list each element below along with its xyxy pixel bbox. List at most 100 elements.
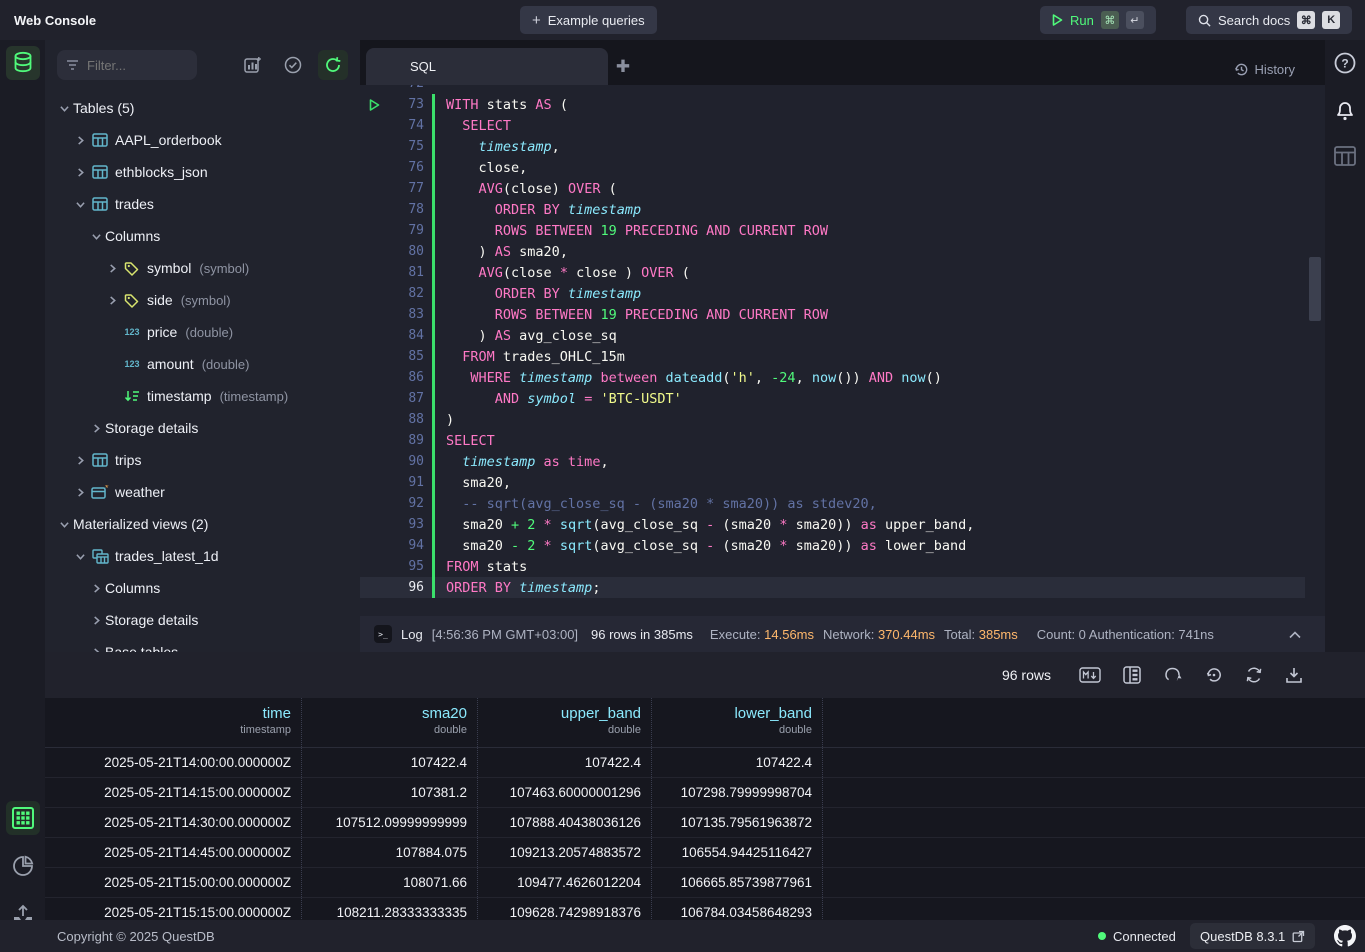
tree-item-trades-latest-1d[interactable]: trades_latest_1d (45, 540, 360, 572)
results-grid[interactable]: timetimestampsma20doubleupper_banddouble… (45, 698, 1365, 928)
code-line-75[interactable]: 75 timestamp, (360, 136, 1305, 157)
notifications-bell-icon[interactable] (1334, 98, 1356, 122)
tree-item-ethblocks-json[interactable]: ethblocks_json (45, 156, 360, 188)
tree-item-base-tables[interactable]: Base tables (45, 636, 360, 652)
code-line-96[interactable]: 96ORDER BY timestamp; (360, 577, 1305, 598)
code-line-72[interactable]: 72 (360, 85, 1305, 94)
column-header-time[interactable]: timetimestamp (45, 698, 302, 747)
code-text: ROWS BETWEEN 19 PRECEDING AND CURRENT RO… (446, 307, 828, 323)
refresh-results-button[interactable] (1245, 666, 1263, 684)
example-queries-button[interactable]: + Example queries (520, 6, 657, 34)
tree-item-label: AAPL_orderbook (115, 132, 222, 148)
code-line-73[interactable]: 73WITH stats AS ( (360, 94, 1305, 115)
code-line-85[interactable]: 85 FROM trades_OHLC_15m (360, 346, 1305, 367)
tree-item-price[interactable]: 123price(double) (45, 316, 360, 348)
editor-scrollbar-thumb[interactable] (1309, 257, 1321, 321)
log-rows-info: 96 rows in 385ms (591, 627, 693, 642)
code-line-86[interactable]: 86 WHERE timestamp between dateadd('h', … (360, 367, 1305, 388)
tree-item-storage-details[interactable]: Storage details (45, 412, 360, 444)
add-metrics-button[interactable] (238, 50, 268, 80)
code-line-88[interactable]: 88) (360, 409, 1305, 430)
code-line-74[interactable]: 74 SELECT (360, 115, 1305, 136)
table-row[interactable]: 2025-05-21T14:00:00.000000Z107422.410742… (45, 748, 1365, 778)
run-button[interactable]: Run ⌘ ↵ (1040, 6, 1156, 34)
history-label: History (1255, 62, 1295, 77)
table-row[interactable]: 2025-05-21T14:15:00.000000Z107381.210746… (45, 778, 1365, 808)
query-block-indicator (432, 304, 446, 325)
tab-sql[interactable]: SQL (366, 48, 608, 85)
code-line-83[interactable]: 83 ROWS BETWEEN 19 PRECEDING AND CURRENT… (360, 304, 1305, 325)
table-row[interactable]: 2025-05-21T14:30:00.000000Z107512.099999… (45, 808, 1365, 838)
help-icon[interactable]: ? (1334, 52, 1356, 74)
code-area[interactable]: 7273WITH stats AS (74 SELECT75 timestamp… (360, 85, 1325, 616)
tree-item-materialized-views-2[interactable]: Materialized views (2) (45, 508, 360, 540)
tree-item-type: (symbol) (181, 293, 231, 308)
search-docs-button[interactable]: Search docs ⌘ K (1186, 6, 1352, 34)
run-query-icon[interactable] (360, 99, 388, 111)
collapse-log-button[interactable] (1289, 627, 1301, 642)
code-line-79[interactable]: 79 ROWS BETWEEN 19 PRECEDING AND CURRENT… (360, 220, 1305, 241)
code-line-91[interactable]: 91 sma20, (360, 472, 1305, 493)
tree-item-weather[interactable]: *weather (45, 476, 360, 508)
copy-markdown-button[interactable] (1079, 667, 1101, 683)
tree-item-trips[interactable]: trips (45, 444, 360, 476)
code-line-82[interactable]: 82 ORDER BY timestamp (360, 283, 1305, 304)
code-line-84[interactable]: 84 ) AS avg_close_sq (360, 325, 1305, 346)
code-line-95[interactable]: 95FROM stats (360, 556, 1305, 577)
table-row[interactable]: 2025-05-21T15:00:00.000000Z108071.661094… (45, 868, 1365, 898)
github-link[interactable] (1334, 925, 1356, 947)
code-line-94[interactable]: 94 sma20 - 2 * sqrt(avg_close_sq - (sma2… (360, 535, 1305, 556)
table-panel-icon[interactable] (1334, 146, 1356, 166)
freeze-columns-button[interactable] (1163, 666, 1183, 684)
column-header-lower_band[interactable]: lower_banddouble (652, 698, 823, 747)
code-line-87[interactable]: 87 AND symbol = 'BTC-USDT' (360, 388, 1305, 409)
network-value: 370.44ms (878, 627, 935, 642)
version-button[interactable]: QuestDB 8.3.1 (1190, 923, 1315, 949)
code-line-81[interactable]: 81 AVG(close * close ) OVER ( (360, 262, 1305, 283)
table-icon (89, 165, 111, 179)
tree-item-side[interactable]: side(symbol) (45, 284, 360, 316)
data-pointer-icon (1163, 666, 1183, 684)
code-line-77[interactable]: 77 AVG(close) OVER ( (360, 178, 1305, 199)
cell-lower_band: 106554.94425116427 (652, 838, 823, 867)
code-line-89[interactable]: 89SELECT (360, 430, 1305, 451)
tree-item-storage-details[interactable]: Storage details (45, 604, 360, 636)
code-text: ORDER BY timestamp (446, 202, 641, 218)
code-line-78[interactable]: 78 ORDER BY timestamp (360, 199, 1305, 220)
example-queries-label: Example queries (548, 13, 645, 28)
database-explorer-button[interactable] (6, 46, 40, 80)
code-line-80[interactable]: 80 ) AS sma20, (360, 241, 1305, 262)
tree-item-trades[interactable]: trades (45, 188, 360, 220)
toggle-grid-layout-button[interactable] (1123, 666, 1141, 684)
query-block-indicator (432, 136, 446, 157)
column-header-sma20[interactable]: sma20double (302, 698, 478, 747)
left-navigation-rail (0, 40, 45, 920)
restore-query-button[interactable] (1205, 666, 1223, 684)
cell-upper_band: 109213.20574883572 (478, 838, 652, 867)
tree-item-aapl-orderbook[interactable]: AAPL_orderbook (45, 124, 360, 156)
download-csv-button[interactable] (1285, 666, 1303, 684)
validate-button[interactable] (278, 50, 308, 80)
grid-view-button[interactable] (6, 801, 40, 835)
tree-item-tables-5[interactable]: Tables (5) (45, 92, 360, 124)
tree-item-symbol[interactable]: symbol(symbol) (45, 252, 360, 284)
cell-upper_band: 109477.4626012204 (478, 868, 652, 897)
reload-schema-button[interactable] (318, 50, 348, 80)
new-tab-button[interactable]: ✚ (608, 48, 638, 85)
tree-item-amount[interactable]: 123amount(double) (45, 348, 360, 380)
column-header-upper_band[interactable]: upper_banddouble (478, 698, 652, 747)
tree-item-columns[interactable]: Columns (45, 572, 360, 604)
tree-item-columns[interactable]: Columns (45, 220, 360, 252)
history-button[interactable]: History (1234, 62, 1295, 77)
tree-item-timestamp[interactable]: timestamp(timestamp) (45, 380, 360, 412)
code-text: ORDER BY timestamp; (446, 580, 600, 596)
add-chart-icon (244, 56, 262, 74)
code-line-90[interactable]: 90 timestamp as time, (360, 451, 1305, 472)
table-dirty-icon: * (89, 485, 111, 500)
code-line-76[interactable]: 76 close, (360, 157, 1305, 178)
table-row[interactable]: 2025-05-21T14:45:00.000000Z107884.075109… (45, 838, 1365, 868)
code-line-93[interactable]: 93 sma20 + 2 * sqrt(avg_close_sq - (sma2… (360, 514, 1305, 535)
code-line-92[interactable]: 92 -- sqrt(avg_close_sq - (sma20 * sma20… (360, 493, 1305, 514)
chart-view-button[interactable] (6, 849, 40, 883)
code-text: timestamp as time, (446, 454, 609, 470)
